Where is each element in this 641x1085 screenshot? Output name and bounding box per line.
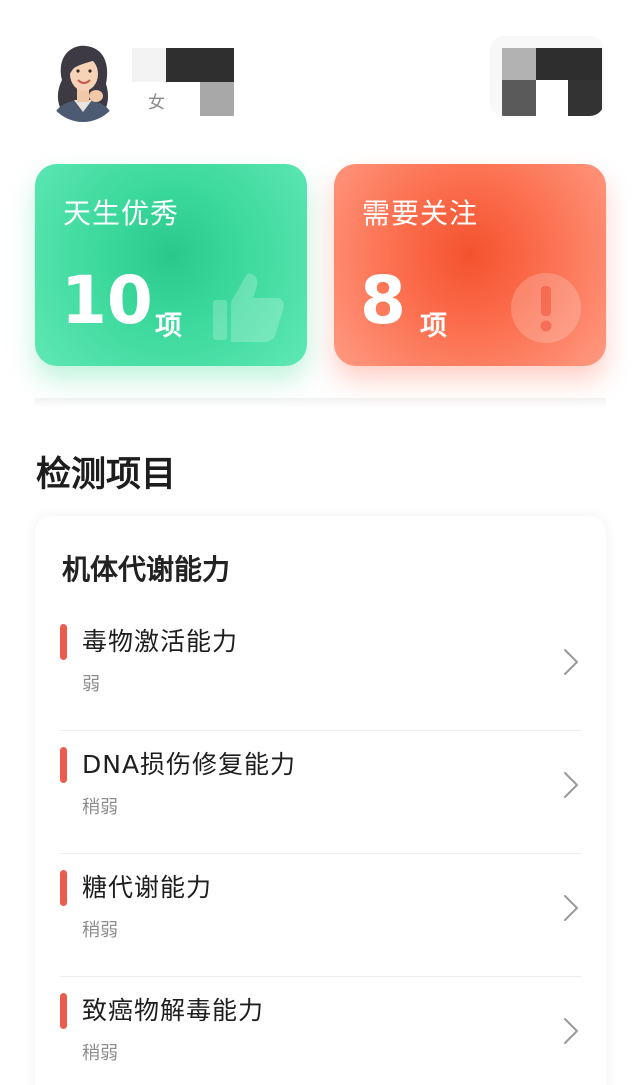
status-bar [60,624,67,660]
chevron-right-icon [564,895,578,921]
item-level: 稍弱 [82,920,118,941]
card-count: 8 [360,262,406,339]
section-title: 检测项目 [36,455,177,495]
item-label: 致癌物解毒能力 [82,996,265,1025]
exclamation-icon [511,273,581,343]
list-item[interactable]: 毒物激活能力 弱 [35,608,606,731]
list-item[interactable]: 糖代谢能力 稍弱 [35,854,606,977]
avatar[interactable] [44,40,122,122]
redaction-block [132,48,166,82]
card-unit: 项 [420,311,447,342]
thumbs-up-icon [213,273,284,342]
item-level: 弱 [82,674,100,695]
chevron-right-icon [564,649,578,675]
item-label: 糖代谢能力 [82,873,213,902]
card-unit: 项 [155,311,182,342]
redaction-block [166,48,234,82]
item-label: DNA损伤修复能力 [82,750,297,779]
redaction-block [502,80,536,116]
list-item[interactable]: 致癌物解毒能力 稍弱 [35,977,606,1085]
gender-label: 女 [148,93,165,113]
profile-header: 女 [0,0,641,140]
card-count: 10 [61,262,153,339]
card-title: 天生优秀 [63,197,180,230]
item-level: 稍弱 [82,797,118,818]
category-panel: 机体代谢能力 毒物激活能力 弱 DNA损伤修复能力 稍弱 糖代谢能力 稍弱 致癌… [35,516,606,1085]
redaction-block [536,48,602,80]
chevron-right-icon [564,772,578,798]
report-page: 女 天生优秀 10 项 需要关注 8 项 检测项目 机体代谢能力 毒物激活能力 … [0,0,641,1085]
redaction-block [200,82,234,116]
redaction-block [568,80,602,116]
user-name-redacted: 女 [132,44,240,118]
summary-card-warn[interactable]: 需要关注 8 项 [334,164,606,366]
redaction-block [536,80,568,116]
redaction-block [502,48,536,80]
divider [35,398,606,408]
status-bar [60,747,67,783]
qr-code-redacted[interactable] [490,36,604,116]
item-label: 毒物激活能力 [82,627,239,656]
card-title: 需要关注 [362,197,479,230]
list-item[interactable]: DNA损伤修复能力 稍弱 [35,731,606,854]
status-bar [60,993,67,1029]
panel-title: 机体代谢能力 [62,553,231,586]
item-level: 稍弱 [82,1043,118,1064]
summary-card-good[interactable]: 天生优秀 10 项 [35,164,307,366]
test-item-list: 毒物激活能力 弱 DNA损伤修复能力 稍弱 糖代谢能力 稍弱 致癌物解毒能力 稍… [35,608,606,1085]
status-bar [60,870,67,906]
chevron-right-icon [564,1018,578,1044]
